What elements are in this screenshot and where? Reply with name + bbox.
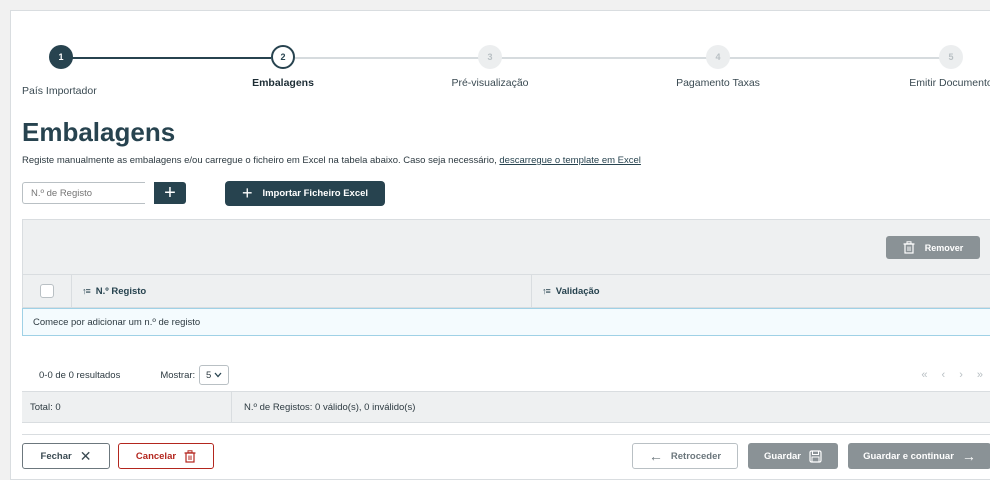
step-label: Emitir Documento (909, 77, 990, 89)
floppy-disk-icon (809, 449, 822, 463)
import-excel-button[interactable]: + Importar Ficheiro Excel (225, 181, 385, 206)
save-continue-label: Guardar e continuar (863, 450, 954, 462)
step-label: Pagamento Taxas (676, 77, 760, 89)
step-embalagens[interactable]: 2 Embalagens (203, 45, 363, 89)
footer-divider (22, 434, 990, 435)
step-label: Embalagens (252, 77, 314, 89)
step-number: 3 (478, 45, 502, 69)
back-label: Retroceder (670, 450, 722, 462)
page-size-select[interactable]: 5 (199, 365, 230, 385)
page-title: Embalagens (22, 117, 176, 147)
totals-bar: Total: 0 N.º de Registos: 0 válido(s), 0… (22, 391, 990, 423)
total-count: Total: 0 (22, 392, 232, 422)
step-label: Pré-visualização (451, 77, 529, 89)
column-label: Validação (555, 285, 600, 297)
stepper: 1 País Importador 2 Embalagens 3 Pré-vis… (11, 11, 990, 101)
step-label: País Importador (22, 85, 97, 97)
close-icon: ✕ (79, 448, 92, 464)
main-card: 1 País Importador 2 Embalagens 3 Pré-vis… (10, 10, 990, 480)
page-navigation: « ‹ › » (921, 369, 983, 381)
next-page-icon[interactable]: › (959, 369, 963, 381)
add-registo-button[interactable]: + (154, 182, 186, 204)
step-number: 5 (939, 45, 963, 69)
intro-sentence: Registe manualmente as embalagens e/ou c… (22, 155, 500, 166)
step-number: 1 (49, 45, 73, 69)
step-pais-importador[interactable]: 1 (0, 45, 141, 69)
download-template-link[interactable]: descarregue o template em Excel (499, 155, 641, 166)
sort-icon: ↑≡ (82, 286, 91, 296)
first-page-icon[interactable]: « (921, 369, 927, 381)
cancel-button[interactable]: Cancelar (118, 443, 214, 469)
column-label: N.º Registo (95, 285, 147, 297)
step-emitir-documento: 5 Emitir Documento (871, 45, 990, 89)
step-pre-visualizacao: 3 Pré-visualização (410, 45, 570, 89)
close-label: Fechar (40, 450, 72, 462)
arrow-right-icon: → (961, 448, 976, 464)
page-size-value: 5 (206, 369, 212, 381)
step-pagamento-taxas: 4 Pagamento Taxas (638, 45, 798, 89)
save-label: Guardar (764, 450, 801, 462)
last-page-icon[interactable]: » (977, 369, 983, 381)
empty-message: Comece por adicionar um n.º de registo (22, 308, 990, 336)
pagination: 0-0 de 0 resultados Mostrar: 5 « ‹ › » (22, 363, 990, 387)
chevron-down-icon (214, 372, 222, 378)
save-continue-button[interactable]: Guardar e continuar → (848, 443, 990, 469)
close-button[interactable]: Fechar ✕ (22, 443, 110, 469)
registos-summary: N.º de Registos: 0 válido(s), 0 inválido… (244, 401, 416, 413)
select-all-cell (23, 275, 72, 307)
step-number: 2 (271, 45, 295, 69)
sort-icon: ↑≡ (542, 286, 551, 296)
column-header-validacao[interactable]: ↑≡ Validação (532, 275, 990, 307)
prev-page-icon[interactable]: ‹ (942, 369, 946, 381)
trash-icon (184, 449, 196, 463)
arrow-left-icon: ← (648, 448, 663, 464)
column-header-registo[interactable]: ↑≡ N.º Registo (72, 275, 532, 307)
step-number: 4 (706, 45, 730, 69)
results-count: 0-0 de 0 resultados (39, 369, 121, 381)
table-header: ↑≡ N.º Registo ↑≡ Validação (22, 274, 990, 308)
remove-button[interactable]: Remover (886, 236, 980, 259)
plus-icon: + (164, 182, 176, 204)
trash-icon (903, 241, 915, 254)
table-toolbar: Remover (22, 219, 990, 274)
back-button[interactable]: ← Retroceder (632, 443, 738, 469)
plus-icon: + (241, 183, 253, 203)
import-excel-label: Importar Ficheiro Excel (262, 188, 369, 199)
select-all-checkbox[interactable] (40, 284, 54, 298)
registos-table: Remover ↑≡ N.º Registo ↑≡ Validação Comece… (22, 219, 990, 336)
cancel-label: Cancelar (135, 450, 177, 462)
intro-text: Registe manualmente as embalagens e/ou c… (22, 155, 641, 166)
save-button[interactable]: Guardar (748, 443, 838, 469)
registo-input[interactable] (22, 182, 145, 204)
page-size-label: Mostrar: (160, 369, 196, 381)
remove-label: Remover (924, 242, 964, 253)
